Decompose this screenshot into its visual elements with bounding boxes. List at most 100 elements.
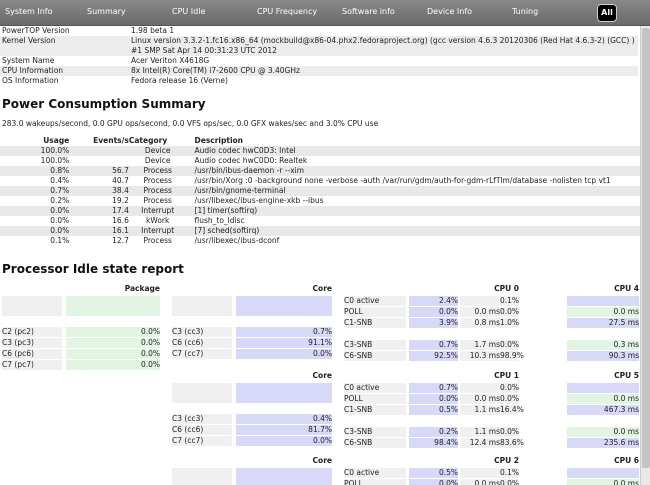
tab-device-info[interactable]: Device Info <box>427 7 472 16</box>
idle-bg <box>236 478 332 485</box>
tab-software-info[interactable]: Software info <box>342 7 395 16</box>
power-cell <box>69 146 129 156</box>
idle-bg <box>172 468 232 478</box>
cpu-state-name: C1-SNB <box>344 405 406 415</box>
cpu-label: CPU 1 <box>494 371 519 380</box>
power-cell: kWork <box>146 216 170 225</box>
cpu-state-name: C0 active <box>344 468 406 478</box>
power-cell: Process <box>143 236 172 245</box>
cpu-state-name: POLL <box>344 394 406 404</box>
power-cell: 0.7% <box>0 186 70 196</box>
idle-bg <box>236 306 332 316</box>
tab-cpu-frequency[interactable]: CPU Frequency <box>257 7 317 16</box>
power-cell: Audio codec hwC0D0: Realtek <box>194 156 308 165</box>
idle-state-report: Package C2 (pc2) 0.0% C3 (pc3) 0.0% C6 (pc6) 0… <box>0 279 640 485</box>
tab-cpu-idle[interactable]: CPU Idle <box>172 7 205 16</box>
tab-summary[interactable]: Summary <box>87 7 126 16</box>
sysinfo-value: Fedora release 16 (Verne) <box>131 76 228 85</box>
power-cell: 0.1% <box>50 236 70 245</box>
cpu-state-freq: 83.6% <box>500 438 524 448</box>
power-cell: 56.7 <box>69 166 129 176</box>
cpu-state-freq: 1.0% <box>500 318 520 328</box>
cpu-state-duration <box>567 296 639 306</box>
sysinfo-row: System Name Acer Veriton X4618G <box>0 56 638 66</box>
power-cell: /usr/bin/Xorg :0 -background none -verbo… <box>194 176 611 185</box>
cpu-label: CPU 4 <box>614 284 639 293</box>
cpu-state-residency: 98.4% <box>409 438 458 448</box>
cpu-state-duration: 467.3 ms <box>567 405 639 415</box>
core-state-name: C3 (cc3) <box>172 327 232 337</box>
core-state-name: C6 (cc6) <box>172 338 232 348</box>
cpu-state-freq: 0.0% <box>500 307 520 317</box>
cpu-state-freq: 0.0% <box>500 340 520 350</box>
core-state-value: 0.0% <box>236 436 332 446</box>
power-cell: Audio codec hwC0D3: Intel <box>186 146 640 156</box>
cpu-state-freq: 98.9% <box>500 351 524 361</box>
power-table-header: Usage Events/s Category Description <box>0 136 640 146</box>
power-table-row: 0.1% 12.7 Process/usr/libexec/ibus-dconf <box>0 236 640 246</box>
cpu-state-duration: 90.3 ms <box>567 351 639 361</box>
idle-bg <box>2 306 62 316</box>
cpu-state-duration: 0.3 ms <box>567 340 639 350</box>
power-header-cell: Description <box>194 136 244 145</box>
core-label: Core <box>312 284 332 293</box>
package-state-name: C6 (pc6) <box>2 349 62 359</box>
power-table-row: 100.0% Device Audio codec hwC0D0: Realtek <box>0 156 640 166</box>
idle-bg <box>172 296 232 306</box>
cpu-state-freq: 0.1% <box>500 468 520 478</box>
power-summary-line: 283.0 wakeups/second, 0.0 GPU ops/second… <box>2 119 379 128</box>
power-table-row: 100.0% Device Audio codec hwC0D3: Intel <box>0 146 640 156</box>
power-cell: 19.2 <box>112 196 129 205</box>
power-cell: Interrupt <box>128 206 187 216</box>
cpu-state-residency: 0.0% <box>409 307 458 317</box>
cpu-state-name: C1-SNB <box>344 318 406 328</box>
power-cell: Process <box>143 196 172 205</box>
cpu-state-duration: 1.1 ms <box>460 405 500 415</box>
idle-report-title: Processor Idle state report <box>2 262 184 276</box>
sysinfo-value: Linux version 3.3.2-1.fc16.x86_64 (mockb… <box>129 36 638 56</box>
power-cell: 0.4% <box>50 176 70 185</box>
package-state-value: 0.0% <box>66 349 160 359</box>
power-cell: 100.0% <box>0 146 70 156</box>
core-label: Core <box>312 456 332 465</box>
power-cell: /usr/libexec/ibus-engine-xkb --ibus <box>194 196 324 205</box>
idle-bg <box>2 296 62 306</box>
core-state-name: C7 (cc7) <box>172 349 232 359</box>
cpu-state-name: C3-SNB <box>344 340 406 350</box>
idle-bg <box>172 306 232 316</box>
power-table-row: 0.0% 17.4 Interrupt [1] timer(softirq) <box>0 206 640 216</box>
tab-system-info[interactable]: System Info <box>5 7 53 16</box>
core-state-value: 0.0% <box>236 349 332 359</box>
cpu-state-duration <box>567 383 639 393</box>
idle-bg <box>66 296 160 306</box>
idle-bg <box>236 393 332 403</box>
cpu-state-duration <box>460 468 500 478</box>
sysinfo-row: Kernel Version Linux version 3.3.2-1.fc16… <box>0 36 638 56</box>
cpu-state-freq: 16.4% <box>500 405 524 415</box>
power-summary-title: Power Consumption Summary <box>2 97 206 111</box>
power-cell: Process <box>128 186 187 196</box>
power-table-row: 0.8% 56.7 Process/usr/bin/ibus-daemon -r -… <box>0 166 640 176</box>
idle-bg <box>236 296 332 306</box>
core-state-name: C6 (cc6) <box>172 425 232 435</box>
power-table-row: 0.2% 19.2 Process/usr/libexec/ibus-engine-… <box>0 196 640 206</box>
cpu-state-name: C0 active <box>344 383 406 393</box>
tab-all[interactable]: All <box>597 4 617 22</box>
sysinfo-key: CPU Information <box>0 66 129 76</box>
cpu-state-residency: 0.5% <box>409 468 458 478</box>
vertical-scrollbar[interactable] <box>640 26 650 485</box>
cpu-state-residency: 0.7% <box>409 383 458 393</box>
power-cell: 0.8% <box>0 166 70 176</box>
cpu-state-duration <box>460 296 500 306</box>
core-state-name: C3 (cc3) <box>172 414 232 424</box>
cpu-state-name: POLL <box>344 307 406 317</box>
cpu-state-freq: 0.0% <box>500 394 520 404</box>
tab-tuning[interactable]: Tuning <box>512 7 538 16</box>
cpu-state-name: C6-SNB <box>344 438 406 448</box>
package-state-name: C3 (pc3) <box>2 338 62 348</box>
cpu-state-freq: 0.1% <box>500 296 520 306</box>
power-cell: 40.7 <box>112 176 129 185</box>
top-nav-bar: System Info Summary CPU Idle CPU Frequency S… <box>0 0 650 26</box>
scrollbar-thumb[interactable] <box>642 28 650 468</box>
power-cell: 0.2% <box>50 196 70 205</box>
